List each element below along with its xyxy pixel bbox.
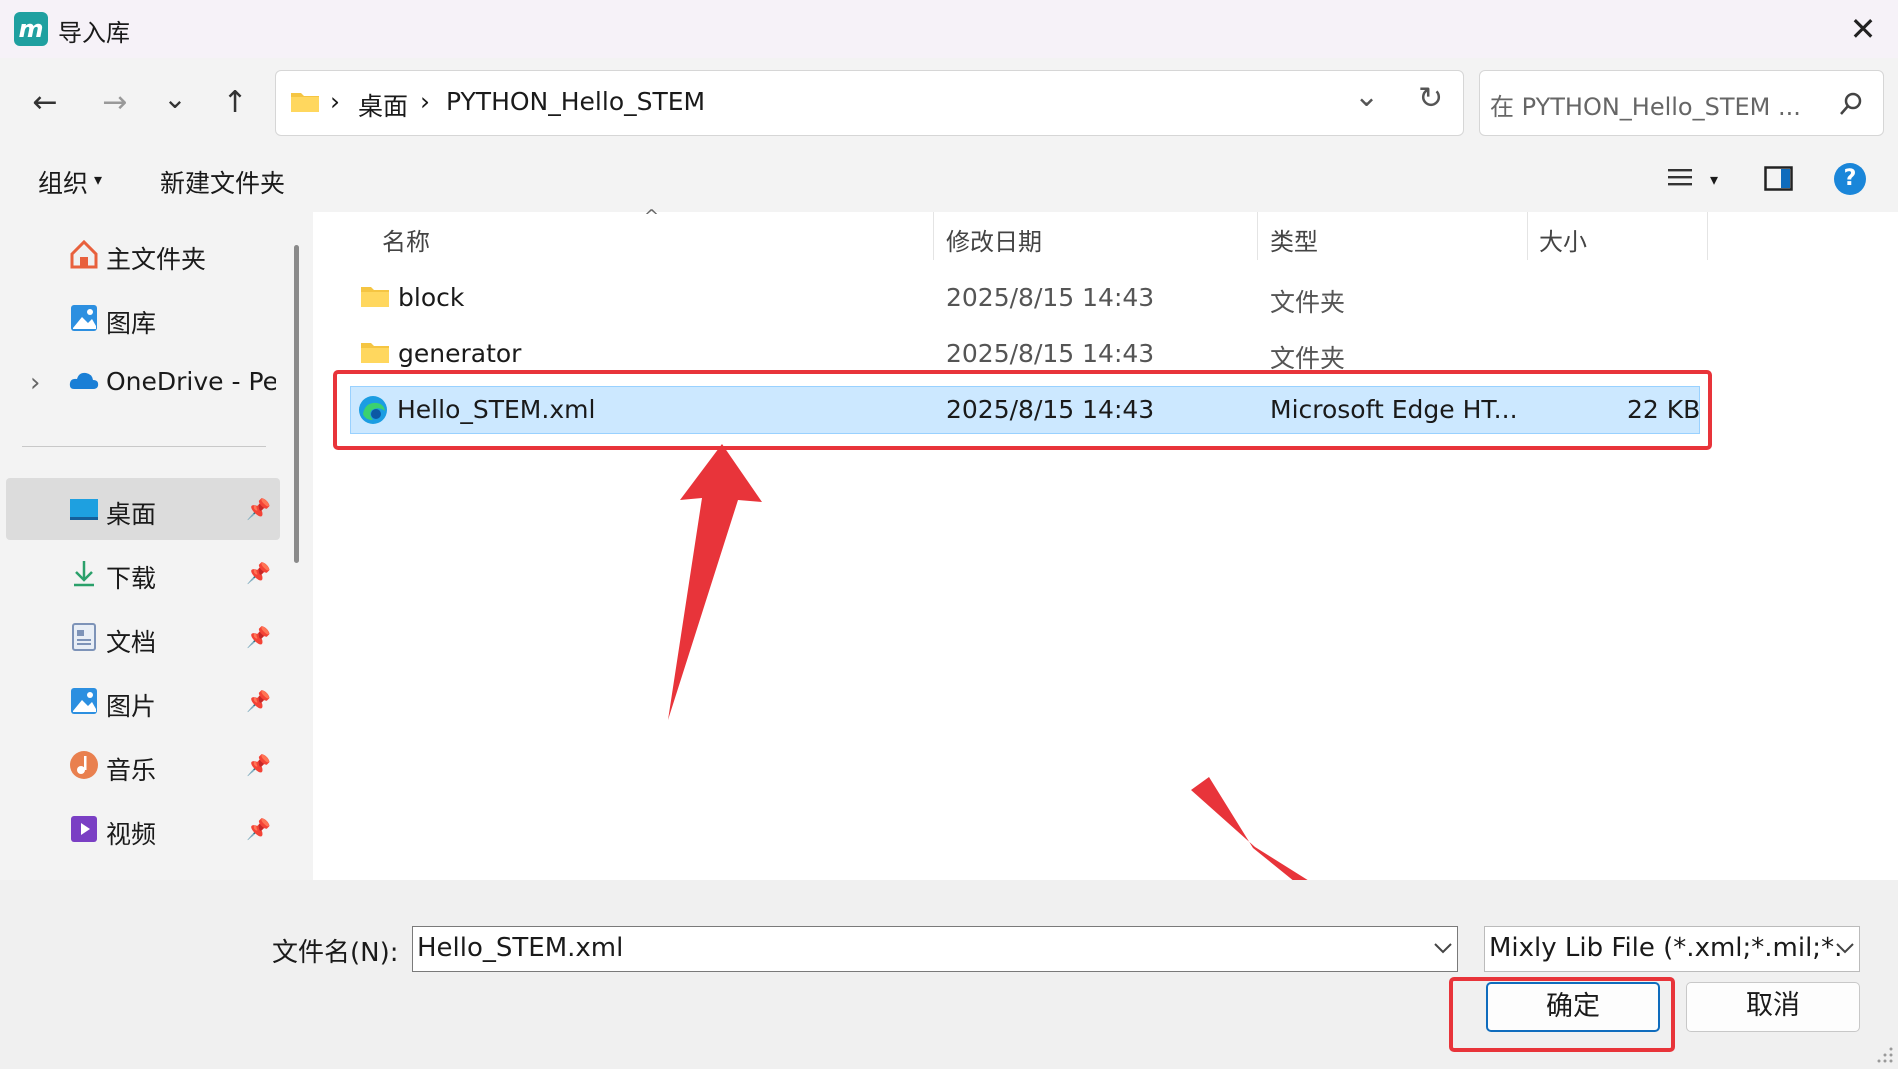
breadcrumb-separator: › <box>420 87 430 116</box>
column-divider[interactable] <box>1707 212 1708 260</box>
sidebar-item-home[interactable]: 主文件夹 <box>68 228 278 284</box>
sidebar-item-pictures[interactable]: 图片 📌 <box>68 675 278 731</box>
column-header-size[interactable]: 大小 <box>1539 222 1587 257</box>
up-button[interactable]: ↑ <box>210 78 260 128</box>
organize-button[interactable]: 组织 <box>38 164 88 200</box>
view-list-icon[interactable] <box>1668 166 1694 190</box>
file-name: generator <box>398 339 522 368</box>
annotation-highlight-box <box>333 370 1712 450</box>
home-icon <box>70 239 98 269</box>
pictures-icon <box>71 688 97 714</box>
sidebar-item-desktop[interactable]: 桌面 📌 <box>68 483 278 539</box>
help-icon[interactable]: ? <box>1834 163 1866 195</box>
search-input[interactable]: 在 PYTHON_Hello_STEM ... <box>1490 87 1801 122</box>
column-header-modified[interactable]: 修改日期 <box>946 222 1042 257</box>
sidebar-item-music[interactable]: 音乐 📌 <box>68 739 278 795</box>
view-options-arrow-icon[interactable]: ▾ <box>1710 170 1718 189</box>
sidebar-item-documents[interactable]: 文档 📌 <box>68 611 278 667</box>
pin-icon[interactable]: 📌 <box>246 497 271 521</box>
back-button[interactable]: ← <box>20 78 70 128</box>
document-icon <box>72 623 96 651</box>
filename-label: 文件名(N): <box>272 938 399 968</box>
column-header-type[interactable]: 类型 <box>1270 222 1318 257</box>
annotation-ok-box <box>1449 977 1675 1052</box>
new-folder-button[interactable]: 新建文件夹 <box>160 164 285 200</box>
title-bar <box>0 0 1898 58</box>
refresh-button[interactable]: ↻ <box>1418 81 1443 116</box>
download-icon <box>74 561 94 587</box>
pin-icon[interactable]: 📌 <box>246 561 271 585</box>
file-row-block[interactable]: block 2025/8/15 14:43 文件夹 <box>340 273 1700 325</box>
file-modified: 2025/8/15 14:43 <box>946 283 1155 312</box>
address-bar[interactable]: › 桌面 › PYTHON_Hello_STEM ⌄ ↻ <box>275 70 1464 136</box>
search-icon <box>1840 92 1862 115</box>
file-type-filter-select[interactable]: Mixly Lib File (*.xml;*.mil;*. <box>1484 926 1860 972</box>
address-dropdown-button[interactable]: ⌄ <box>1354 79 1379 114</box>
organize-arrow-icon: ▾ <box>94 170 103 189</box>
onedrive-icon <box>69 372 99 389</box>
sort-ascending-icon: ^ <box>644 206 660 227</box>
folder-icon <box>291 93 319 112</box>
navigation-pane-scrollbar[interactable] <box>294 245 299 563</box>
filename-dropdown-icon[interactable] <box>1432 938 1454 958</box>
folder-icon <box>361 287 389 307</box>
file-name: block <box>398 283 465 312</box>
folder-icon <box>361 343 389 363</box>
breadcrumb-desktop[interactable]: 桌面 <box>358 87 408 123</box>
forward-button[interactable]: → <box>90 78 140 128</box>
app-logo-icon: m <box>14 12 48 46</box>
file-type: 文件夹 <box>1270 288 1346 317</box>
cancel-button[interactable]: 取消 <box>1686 982 1860 1032</box>
pin-icon[interactable]: 📌 <box>246 753 271 777</box>
gallery-icon <box>71 305 97 331</box>
music-icon <box>70 751 98 779</box>
filename-input[interactable]: Hello_STEM.xml <box>412 926 1458 972</box>
sidebar-item-downloads[interactable]: 下载 📌 <box>68 547 278 603</box>
recent-locations-button[interactable]: ⌄ <box>150 74 200 124</box>
sidebar-divider <box>22 446 266 447</box>
video-icon <box>71 816 97 842</box>
column-divider[interactable] <box>933 212 934 260</box>
sidebar-item-onedrive[interactable]: OneDrive - Per <box>68 355 278 411</box>
expand-onedrive-icon[interactable]: › <box>30 368 40 398</box>
window-title: 导入库 <box>58 19 130 47</box>
sidebar-item-videos[interactable]: 视频 📌 <box>68 803 278 859</box>
sidebar-item-gallery[interactable]: 图库 <box>68 292 278 348</box>
file-modified: 2025/8/15 14:43 <box>946 339 1155 368</box>
search-box[interactable]: 在 PYTHON_Hello_STEM ... <box>1479 70 1884 136</box>
desktop-icon <box>70 499 98 520</box>
pin-icon[interactable]: 📌 <box>246 625 271 649</box>
column-divider[interactable] <box>1257 212 1258 260</box>
breadcrumb-current-folder[interactable]: PYTHON_Hello_STEM <box>446 87 705 116</box>
pin-icon[interactable]: 📌 <box>246 689 271 713</box>
close-button[interactable]: ✕ <box>1838 8 1888 50</box>
column-divider[interactable] <box>1527 212 1528 260</box>
preview-pane-icon[interactable] <box>1764 166 1794 192</box>
pin-icon[interactable]: 📌 <box>246 817 271 841</box>
column-header-name[interactable]: 名称 <box>382 222 430 257</box>
filter-dropdown-icon[interactable] <box>1834 938 1856 958</box>
breadcrumb-separator: › <box>330 87 340 116</box>
resize-grip-icon[interactable] <box>1876 1046 1894 1064</box>
